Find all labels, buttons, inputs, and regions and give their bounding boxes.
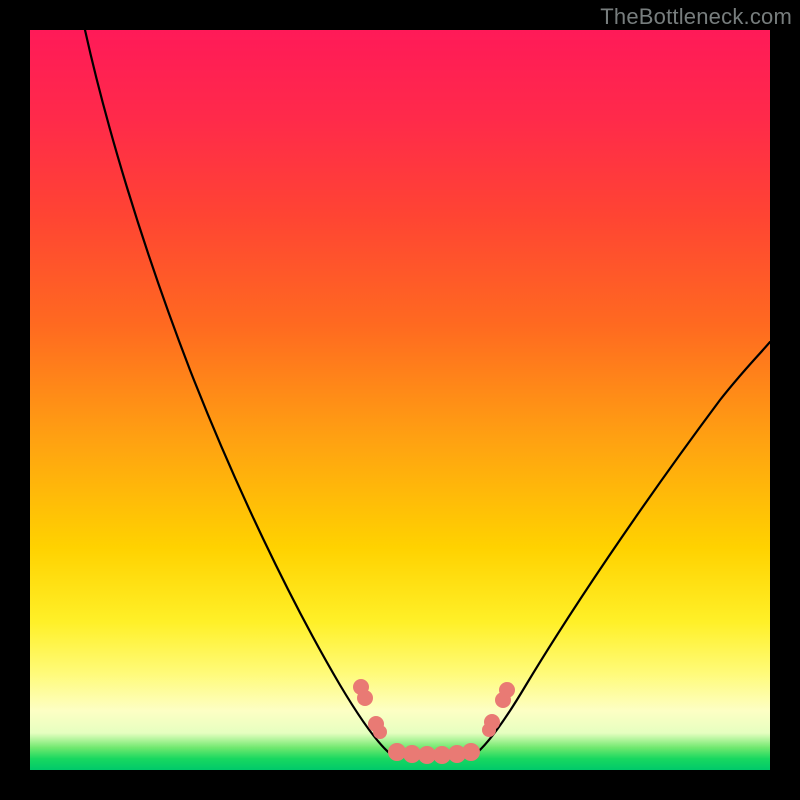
- plot-area: [30, 30, 770, 770]
- watermark-text: TheBottleneck.com: [600, 4, 792, 30]
- curve-left-branch: [85, 30, 393, 756]
- chart-frame: TheBottleneck.com: [0, 0, 800, 800]
- marker-dot: [462, 743, 480, 761]
- curve-markers: [353, 679, 515, 764]
- marker-dot: [484, 714, 500, 730]
- marker-dot: [373, 725, 387, 739]
- curve-svg: [30, 30, 770, 770]
- curve-right-branch: [473, 342, 770, 756]
- marker-dot: [499, 682, 515, 698]
- marker-dot: [357, 690, 373, 706]
